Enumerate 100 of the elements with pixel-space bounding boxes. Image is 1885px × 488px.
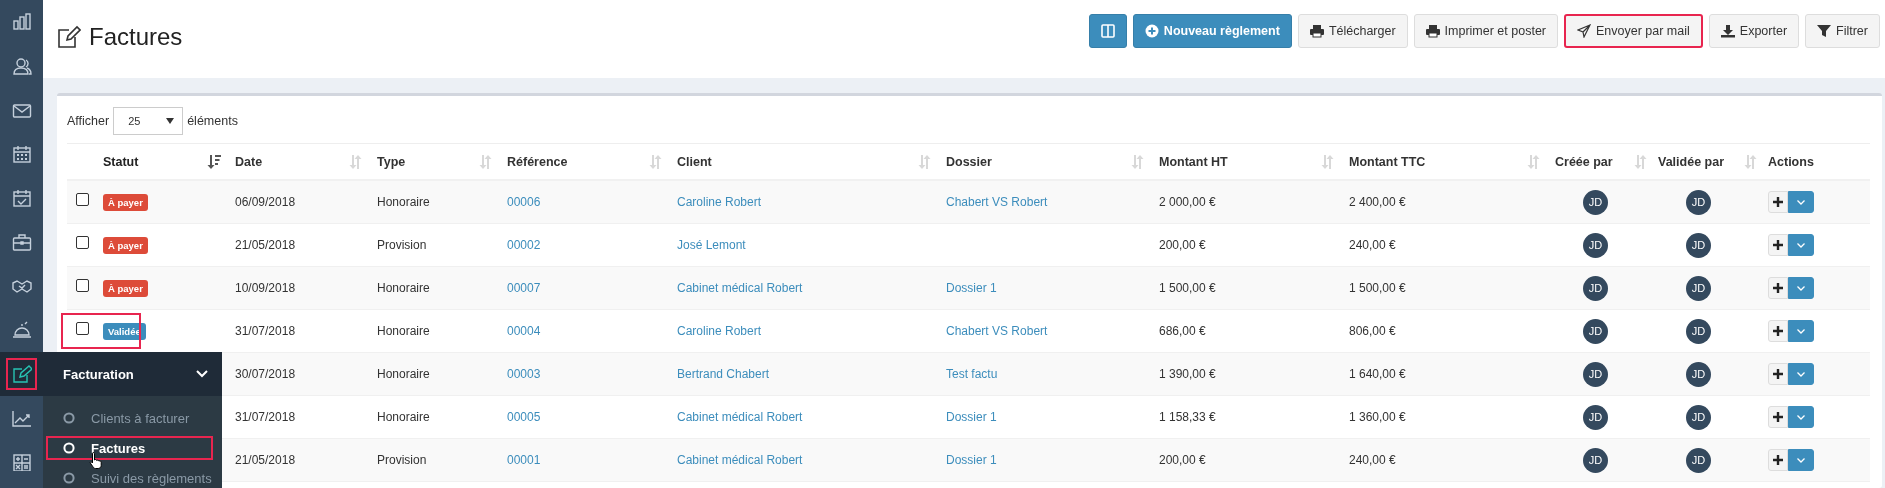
toolbar-button[interactable]: Nouveau règlement (1132, 14, 1292, 48)
column-header[interactable]: Actions (1768, 154, 1814, 169)
handshake-icon (11, 277, 32, 295)
chevron-down-icon (1797, 414, 1805, 420)
toolbar-button[interactable]: Imprimer et poster (1413, 14, 1558, 48)
chevron-down-icon (1797, 199, 1805, 205)
column-header[interactable]: Type (377, 154, 406, 169)
chevron-down-icon (1797, 371, 1805, 377)
table-link[interactable]: Cabinet médical Robert (677, 410, 803, 424)
table-cell: 1 500,00 € (1159, 281, 1216, 295)
printer-icon (1309, 24, 1324, 38)
users-icon (11, 57, 32, 75)
column-header[interactable]: Date (235, 154, 263, 169)
user-avatar: JD (1583, 232, 1608, 258)
table-cell: Honoraire (377, 281, 430, 295)
add-button[interactable] (1768, 449, 1788, 471)
table-cell: Honoraire (377, 367, 430, 381)
table-link[interactable]: 00003 (507, 367, 541, 381)
calendar-icon (11, 145, 32, 163)
submenu-item[interactable]: Clients à facturer (43, 403, 216, 433)
table-cell: 200,00 € (1159, 453, 1206, 467)
columns-button[interactable] (1088, 14, 1127, 48)
table-cell: 30/07/2018 (235, 367, 296, 381)
table-cell: Provision (377, 453, 427, 467)
column-header[interactable]: Montant HT (1159, 154, 1228, 169)
table-link[interactable]: Dossier 1 (946, 281, 997, 295)
submenu-item[interactable]: Suivi des règlements (43, 463, 216, 488)
page-title: Factures (89, 23, 183, 51)
row-checkbox[interactable] (76, 235, 89, 249)
table-link[interactable]: Cabinet médical Robert (677, 453, 803, 467)
toolbar-button[interactable]: Exporter (1708, 14, 1800, 48)
column-header[interactable]: Validée par (1658, 154, 1724, 169)
printer-icon (1425, 24, 1440, 38)
toolbar-button[interactable]: Télécharger (1297, 14, 1408, 48)
column-header[interactable]: Créée par (1555, 154, 1613, 169)
table-cell: 1 158,33 € (1159, 410, 1216, 424)
circle-icon (63, 412, 75, 424)
table-link[interactable]: Caroline Robert (677, 324, 762, 338)
column-header[interactable]: Statut (103, 154, 139, 169)
column-header[interactable]: Montant TTC (1349, 154, 1426, 169)
user-avatar: JD (1583, 275, 1608, 301)
table-cell: 2 000,00 € (1159, 195, 1216, 209)
submenu-item[interactable]: Factures (43, 433, 216, 463)
table-link[interactable]: Dossier 1 (946, 453, 997, 467)
length-label: éléments (187, 113, 238, 128)
download-icon (1720, 24, 1735, 38)
add-button[interactable] (1768, 191, 1788, 213)
table-link[interactable]: Dossier 1 (946, 410, 997, 424)
table-cell: Honoraire (377, 410, 430, 424)
table-link[interactable]: Chabert VS Robert (946, 324, 1048, 338)
status-badge: À payer (103, 279, 148, 297)
table-link[interactable]: 00004 (507, 324, 541, 338)
column-header[interactable]: Client (677, 154, 712, 169)
user-avatar: JD (1583, 318, 1608, 344)
table-link[interactable]: 00002 (507, 238, 541, 252)
row-checkbox[interactable] (76, 278, 89, 292)
add-button[interactable] (1768, 234, 1788, 256)
sidebar-item[interactable] (0, 352, 43, 396)
table-link[interactable]: Chabert VS Robert (946, 195, 1048, 209)
plus-icon (1773, 412, 1783, 422)
table-link[interactable]: Caroline Robert (677, 195, 762, 209)
add-button[interactable] (1768, 406, 1788, 428)
menu-heading[interactable]: Facturation (63, 366, 134, 382)
user-avatar: JD (1583, 361, 1608, 387)
table-cell: 2 400,00 € (1349, 195, 1406, 209)
table-cell: 06/09/2018 (235, 195, 296, 209)
page-size-select[interactable]: 25 (113, 106, 184, 135)
toolbar-button[interactable]: Filtrer (1805, 14, 1880, 48)
table-link[interactable]: 00007 (507, 281, 541, 295)
table-cell: 21/05/2018 (235, 238, 296, 252)
chevron-down-icon (1797, 457, 1805, 463)
column-header[interactable]: Dossier (946, 154, 992, 169)
add-button[interactable] (1768, 320, 1788, 342)
table-cell: 1 500,00 € (1349, 281, 1406, 295)
chevron-down-icon (196, 370, 208, 378)
table-cell: Honoraire (377, 195, 430, 209)
user-avatar: JD (1686, 404, 1711, 430)
add-button[interactable] (1768, 363, 1788, 385)
table-link[interactable]: 00006 (507, 195, 541, 209)
chevron-down-icon (1797, 328, 1805, 334)
table-link[interactable]: 00005 (507, 410, 541, 424)
toolbar-button[interactable]: Envoyer par mail (1564, 14, 1703, 48)
table-link[interactable]: José Lemont (677, 238, 746, 252)
row-checkbox[interactable] (76, 192, 89, 206)
user-avatar: JD (1686, 318, 1711, 344)
table-link[interactable]: Bertrand Chabert (677, 367, 770, 381)
chevron-down-icon (1797, 285, 1805, 291)
plus-icon (1773, 240, 1783, 250)
plus-circle-icon (1144, 24, 1159, 38)
length-label: Afficher (67, 113, 110, 128)
table-link[interactable]: 00001 (507, 453, 541, 467)
table-cell: 1 390,00 € (1159, 367, 1216, 381)
table-link[interactable]: Cabinet médical Robert (677, 281, 803, 295)
column-header[interactable]: Référence (507, 154, 568, 169)
table-cell: 240,00 € (1349, 453, 1396, 467)
add-button[interactable] (1768, 277, 1788, 299)
table-link[interactable]: Test factu (946, 367, 998, 381)
row-checkbox[interactable] (76, 321, 89, 335)
service-bell-icon (11, 321, 32, 339)
circle-icon (63, 472, 75, 484)
